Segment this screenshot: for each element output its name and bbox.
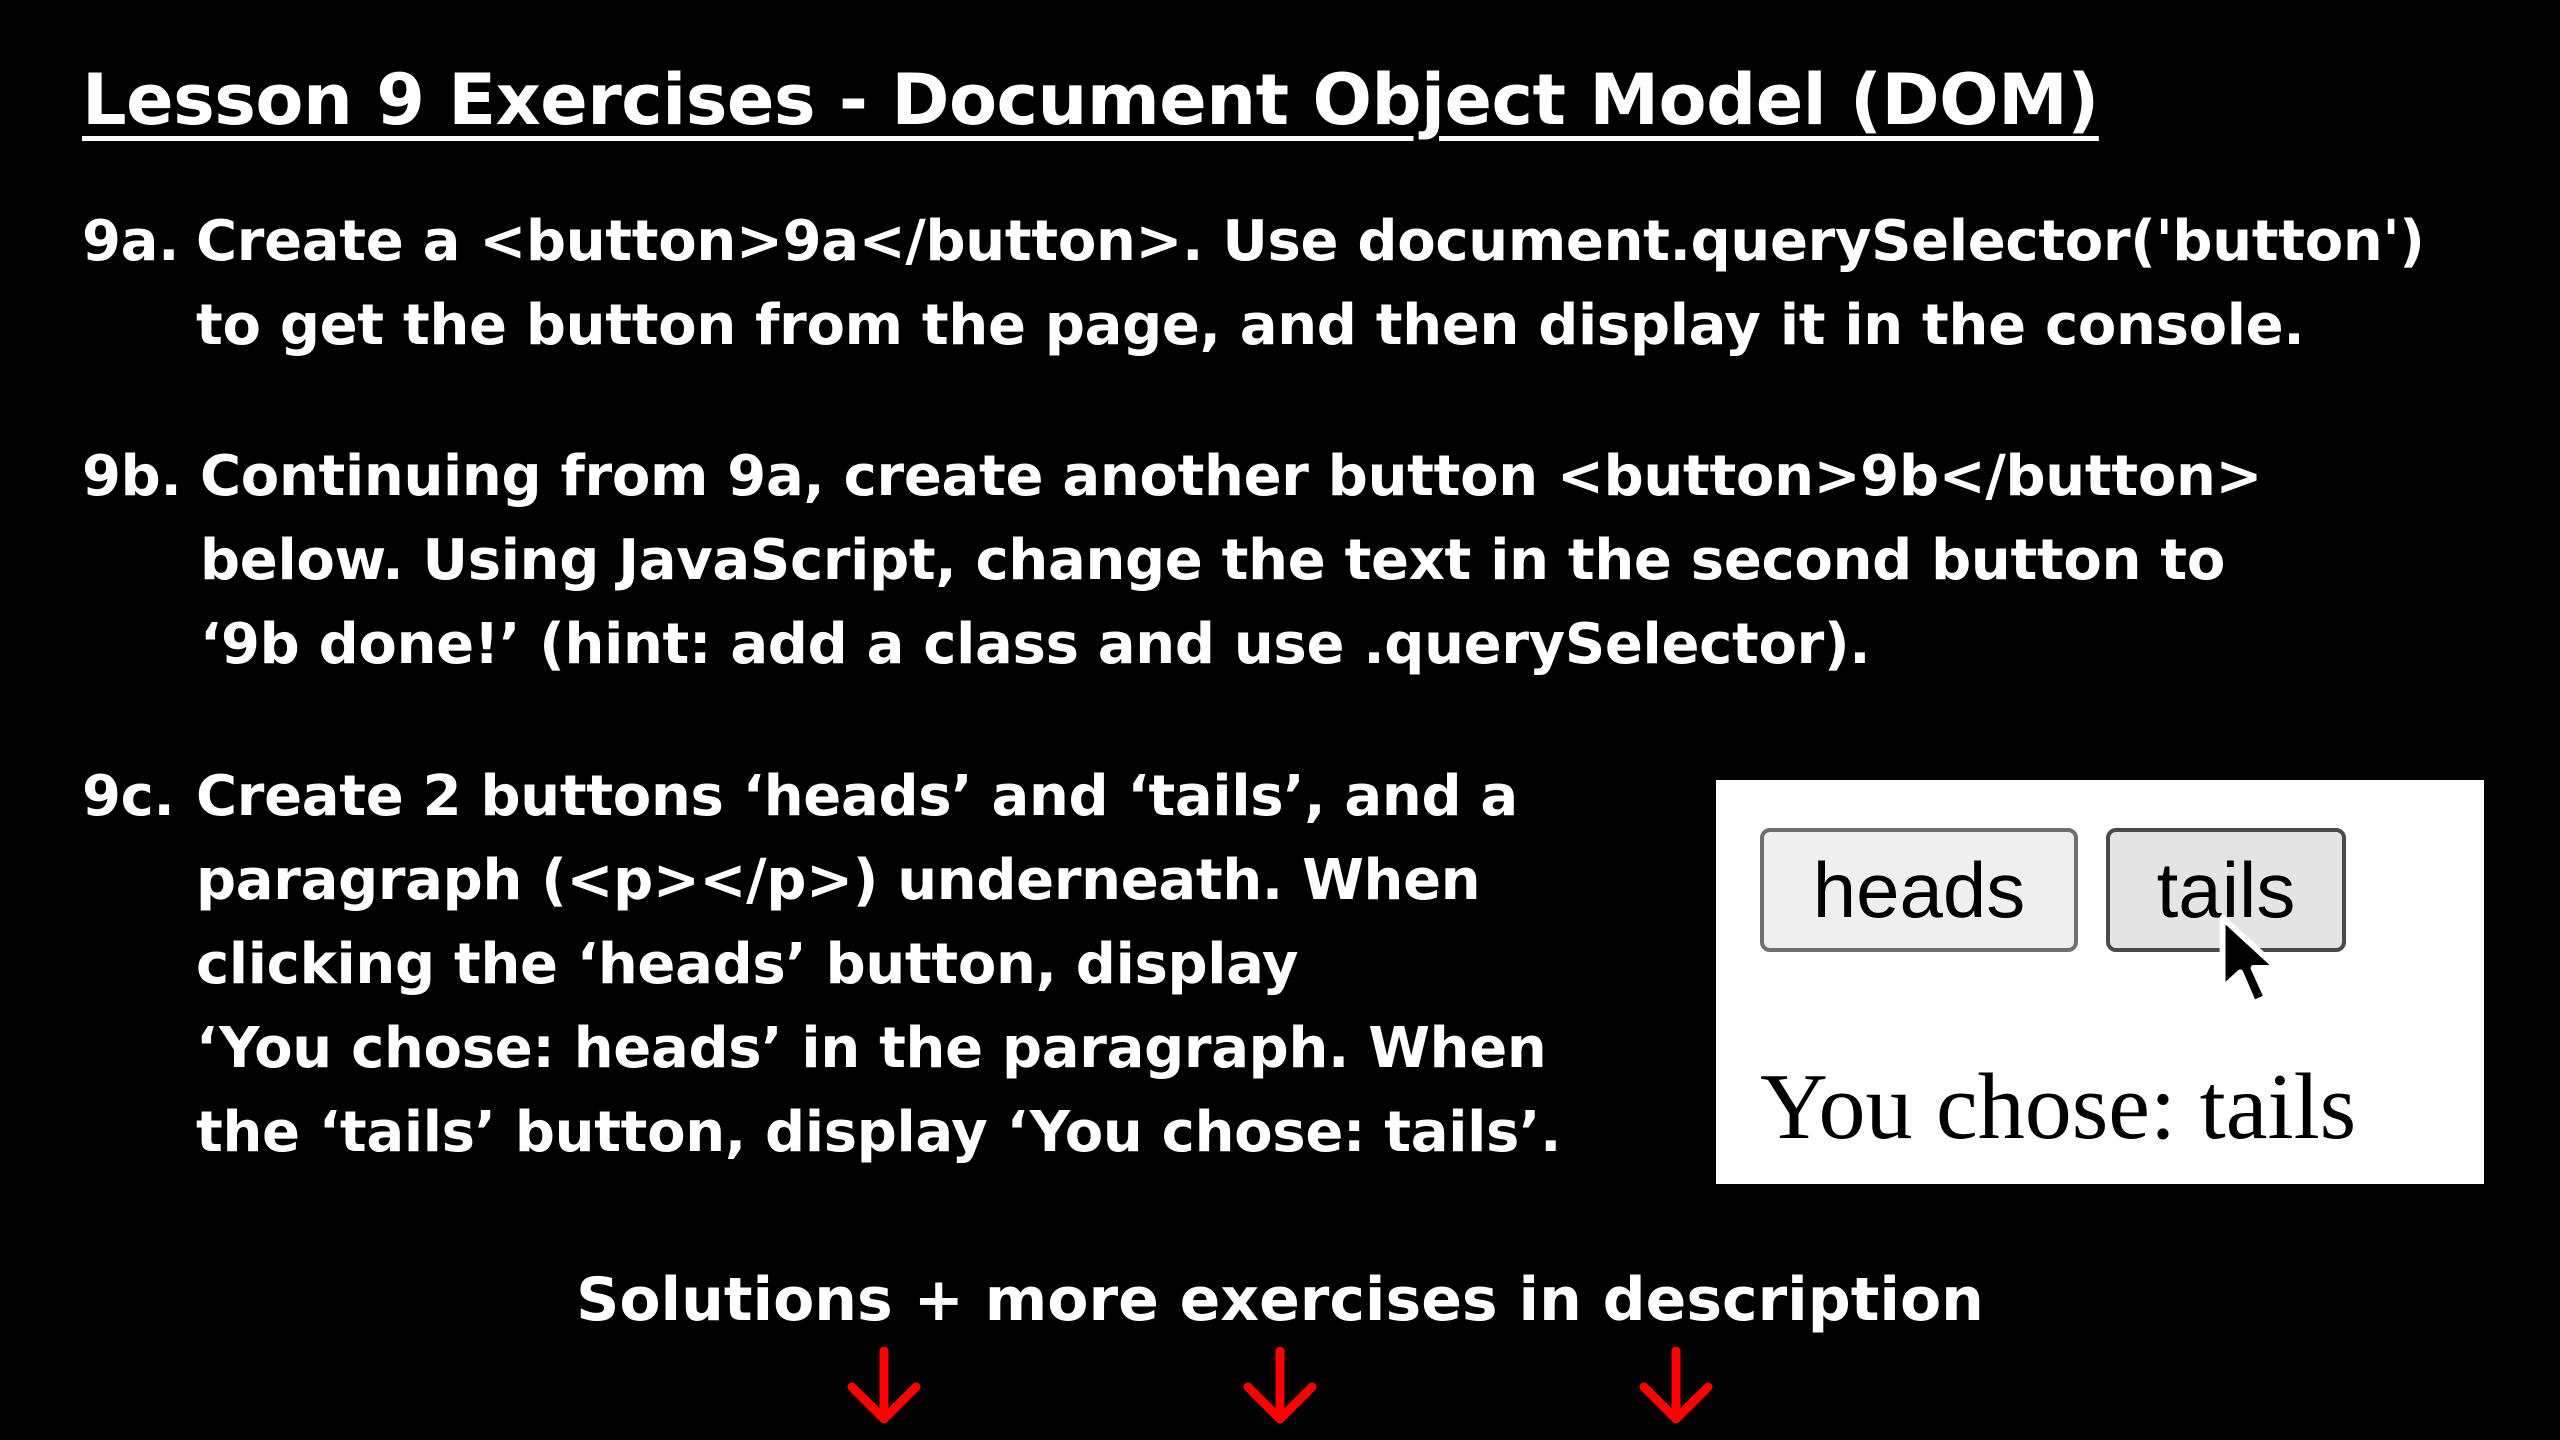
exercise-9a: 9a. Create a <button>9a</button>. Use do…: [82, 200, 2425, 368]
exercise-line: Create a <button>9a</button>. Use docume…: [196, 209, 2425, 274]
arrow-down-icon: [1243, 1346, 1317, 1424]
exercise-line: to get the button from the page, and the…: [196, 293, 2305, 358]
heads-button[interactable]: heads: [1760, 828, 2078, 952]
exercise-9b: 9b. Continuing from 9a, create another b…: [82, 435, 2262, 687]
exercise-line: the ‘tails’ button, display ‘You chose: …: [196, 1100, 1562, 1165]
footer-note: Solutions + more exercises in descriptio…: [576, 1265, 1984, 1335]
exercise-text: Create 2 buttons ‘heads’ and ‘tails’, an…: [196, 755, 1561, 1175]
exercise-line: Create 2 buttons ‘heads’ and ‘tails’, an…: [196, 764, 1518, 829]
exercise-9c: 9c. Create 2 buttons ‘heads’ and ‘tails’…: [82, 755, 1561, 1175]
exercise-line: ‘You chose: heads’ in the paragraph. Whe…: [196, 1016, 1547, 1081]
exercise-label: 9c.: [82, 764, 175, 829]
exercise-label: 9b.: [82, 444, 182, 509]
result-paragraph: You chose: tails: [1760, 1055, 2357, 1159]
exercise-line: clicking the ‘heads’ button, display: [196, 932, 1299, 997]
arrow-down-icon: [847, 1346, 921, 1424]
arrow-down-icon: [1639, 1346, 1713, 1424]
exercise-text: Create a <button>9a</button>. Use docume…: [196, 200, 2425, 368]
exercise-line: Continuing from 9a, create another butto…: [200, 444, 2263, 509]
mouse-pointer-icon: [2219, 914, 2280, 1007]
exercise-label: 9a.: [82, 209, 180, 274]
exercise-line: ‘9b done!’ (hint: add a class and use .q…: [200, 612, 1871, 677]
page-title: Lesson 9 Exercises - Document Object Mod…: [82, 59, 2099, 141]
exercise-line: below. Using JavaScript, change the text…: [200, 528, 2225, 593]
exercise-text: Continuing from 9a, create another butto…: [200, 435, 2262, 687]
exercise-line: paragraph (<p></p>) underneath. When: [196, 848, 1481, 913]
demo-preview-panel: heads tails You chose: tails: [1716, 780, 2484, 1184]
